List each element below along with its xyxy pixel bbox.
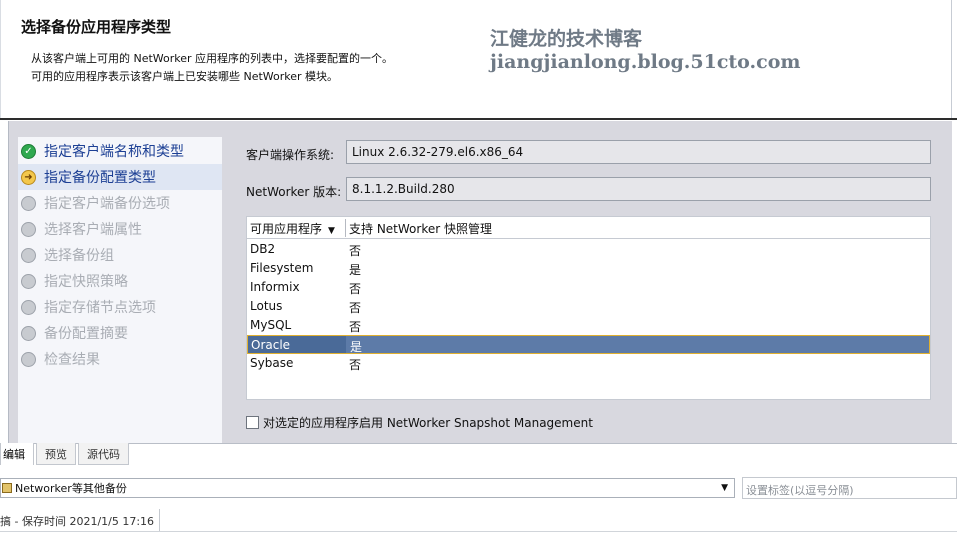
client-os-label: 客户端操作系统:: [246, 148, 335, 162]
pending-circle-icon: [21, 195, 36, 211]
check-circle-icon: ✓: [21, 143, 36, 159]
table-header: 可用应用程序 ▼ 支持 NetWorker 快照管理: [247, 217, 930, 239]
save-status: 搞 - 保存时间 2021/1/5 17:16: [0, 509, 160, 531]
step-label: 指定客户端名称和类型: [44, 144, 184, 160]
networker-version-label: NetWorker 版本:: [246, 185, 342, 199]
wizard-header: 选择备份应用程序类型 从该客户端上可用的 NetWorker 应用程序的列表中，…: [0, 0, 952, 120]
app-name-cell: Sybase: [250, 356, 294, 370]
status-divider: [0, 531, 957, 532]
snapshot-management-label: 对选定的应用程序启用 NetWorker Snapshot Management: [263, 416, 593, 430]
chevron-down-icon[interactable]: ▼: [721, 483, 728, 493]
step-item-check-results: 检查结果: [18, 346, 222, 372]
networker-version-field: 8.1.1.2.Build.280: [346, 177, 931, 201]
table-row[interactable]: Informix 否: [247, 278, 930, 297]
wizard-window: 选择备份应用程序类型 从该客户端上可用的 NetWorker 应用程序的列表中，…: [0, 0, 957, 535]
column-header-snapshot-support[interactable]: 支持 NetWorker 快照管理: [349, 220, 492, 237]
pending-circle-icon: [21, 325, 36, 341]
wizard-steps-panel: ✓ 指定客户端名称和类型 ➜ 指定备份配置类型 指定客户端备份选项 选择客户端属…: [18, 137, 222, 443]
snapshot-support-cell: 否: [349, 301, 362, 315]
header-description-line-2: 可用的应用程序表示该客户端上已安装哪些 NetWorker 模块。: [31, 70, 339, 83]
table-row-selected[interactable]: Oracle 是: [247, 335, 930, 354]
page-title: 选择备份应用程序类型: [21, 18, 172, 36]
category-select-value: Networker等其他备份: [15, 482, 127, 495]
app-name-cell: Lotus: [250, 299, 283, 313]
step-item-config-summary: 备份配置摘要: [18, 320, 222, 346]
header-divider: [0, 118, 957, 120]
step-label: 选择客户端属性: [44, 222, 142, 238]
client-os-field: Linux 2.6.32-279.el6.x86_64: [346, 140, 931, 164]
step-label: 指定备份配置类型: [44, 170, 156, 186]
snapshot-management-option[interactable]: 对选定的应用程序启用 NetWorker Snapshot Management: [246, 414, 593, 431]
blog-watermark: 江健龙的技术博客 jiangjianlong.blog.51cto.com: [490, 28, 801, 73]
snapshot-support-cell: 是: [349, 263, 362, 277]
step-label: 指定快照策略: [44, 274, 128, 290]
step-item-backup-group: 选择备份组: [18, 242, 222, 268]
pending-circle-icon: [21, 247, 36, 263]
table-row[interactable]: MySQL 否: [247, 316, 930, 335]
pending-circle-icon: [21, 221, 36, 237]
app-name-cell: DB2: [250, 242, 276, 256]
table-row[interactable]: Lotus 否: [247, 297, 930, 316]
table-row[interactable]: Sybase 否: [247, 354, 930, 373]
column-header-applications[interactable]: 可用应用程序 ▼: [250, 220, 335, 237]
snapshot-support-cell: 否: [349, 244, 362, 258]
snapshot-support-cell: 否: [349, 320, 362, 334]
pending-circle-icon: [21, 299, 36, 315]
step-label: 指定存储节点选项: [44, 300, 156, 316]
app-name-cell: Informix: [250, 280, 300, 294]
snapshot-support-cell: 否: [349, 282, 362, 296]
arrow-circle-icon: ➜: [21, 169, 36, 185]
snapshot-support-cell: 否: [349, 358, 362, 372]
category-select[interactable]: Networker等其他备份 ▼: [0, 478, 735, 498]
sort-down-icon: ▼: [328, 226, 335, 236]
step-item-backup-config-type[interactable]: ➜ 指定备份配置类型: [18, 164, 222, 190]
tab-preview[interactable]: 预览: [36, 443, 76, 465]
step-item-client-properties: 选择客户端属性: [18, 216, 222, 242]
column-separator[interactable]: [345, 219, 346, 237]
tag-input[interactable]: 设置标签(以逗号分隔): [742, 477, 957, 499]
step-label: 选择备份组: [44, 248, 114, 264]
header-description-line-1: 从该客户端上可用的 NetWorker 应用程序的列表中，选择要配置的一个。: [31, 52, 394, 65]
app-name-cell: Filesystem: [250, 261, 314, 275]
app-name-cell: Oracle: [251, 338, 291, 352]
step-label: 备份配置摘要: [44, 326, 128, 342]
step-item-backup-options: 指定客户端备份选项: [18, 190, 222, 216]
tab-edit[interactable]: 编辑: [0, 443, 34, 465]
editor-divider: [0, 443, 957, 444]
app-name-cell: MySQL: [250, 318, 292, 332]
pending-circle-icon: [21, 273, 36, 289]
step-item-client-name[interactable]: ✓ 指定客户端名称和类型: [18, 138, 222, 164]
step-label: 指定客户端备份选项: [44, 196, 170, 212]
snapshot-support-cell: 是: [350, 340, 363, 354]
folder-icon: [2, 483, 12, 493]
table-row[interactable]: Filesystem 是: [247, 259, 930, 278]
editor-tabs: 编辑 预览 源代码: [0, 443, 131, 465]
applications-table: 可用应用程序 ▼ 支持 NetWorker 快照管理 DB2 否 Filesyst…: [246, 216, 931, 400]
pending-circle-icon: [21, 351, 36, 367]
step-item-snapshot-policy: 指定快照策略: [18, 268, 222, 294]
step-label: 检查结果: [44, 352, 100, 368]
table-row[interactable]: DB2 否: [247, 240, 930, 259]
tab-source[interactable]: 源代码: [78, 443, 129, 465]
step-item-storage-node: 指定存储节点选项: [18, 294, 222, 320]
snapshot-management-checkbox[interactable]: [246, 416, 259, 429]
